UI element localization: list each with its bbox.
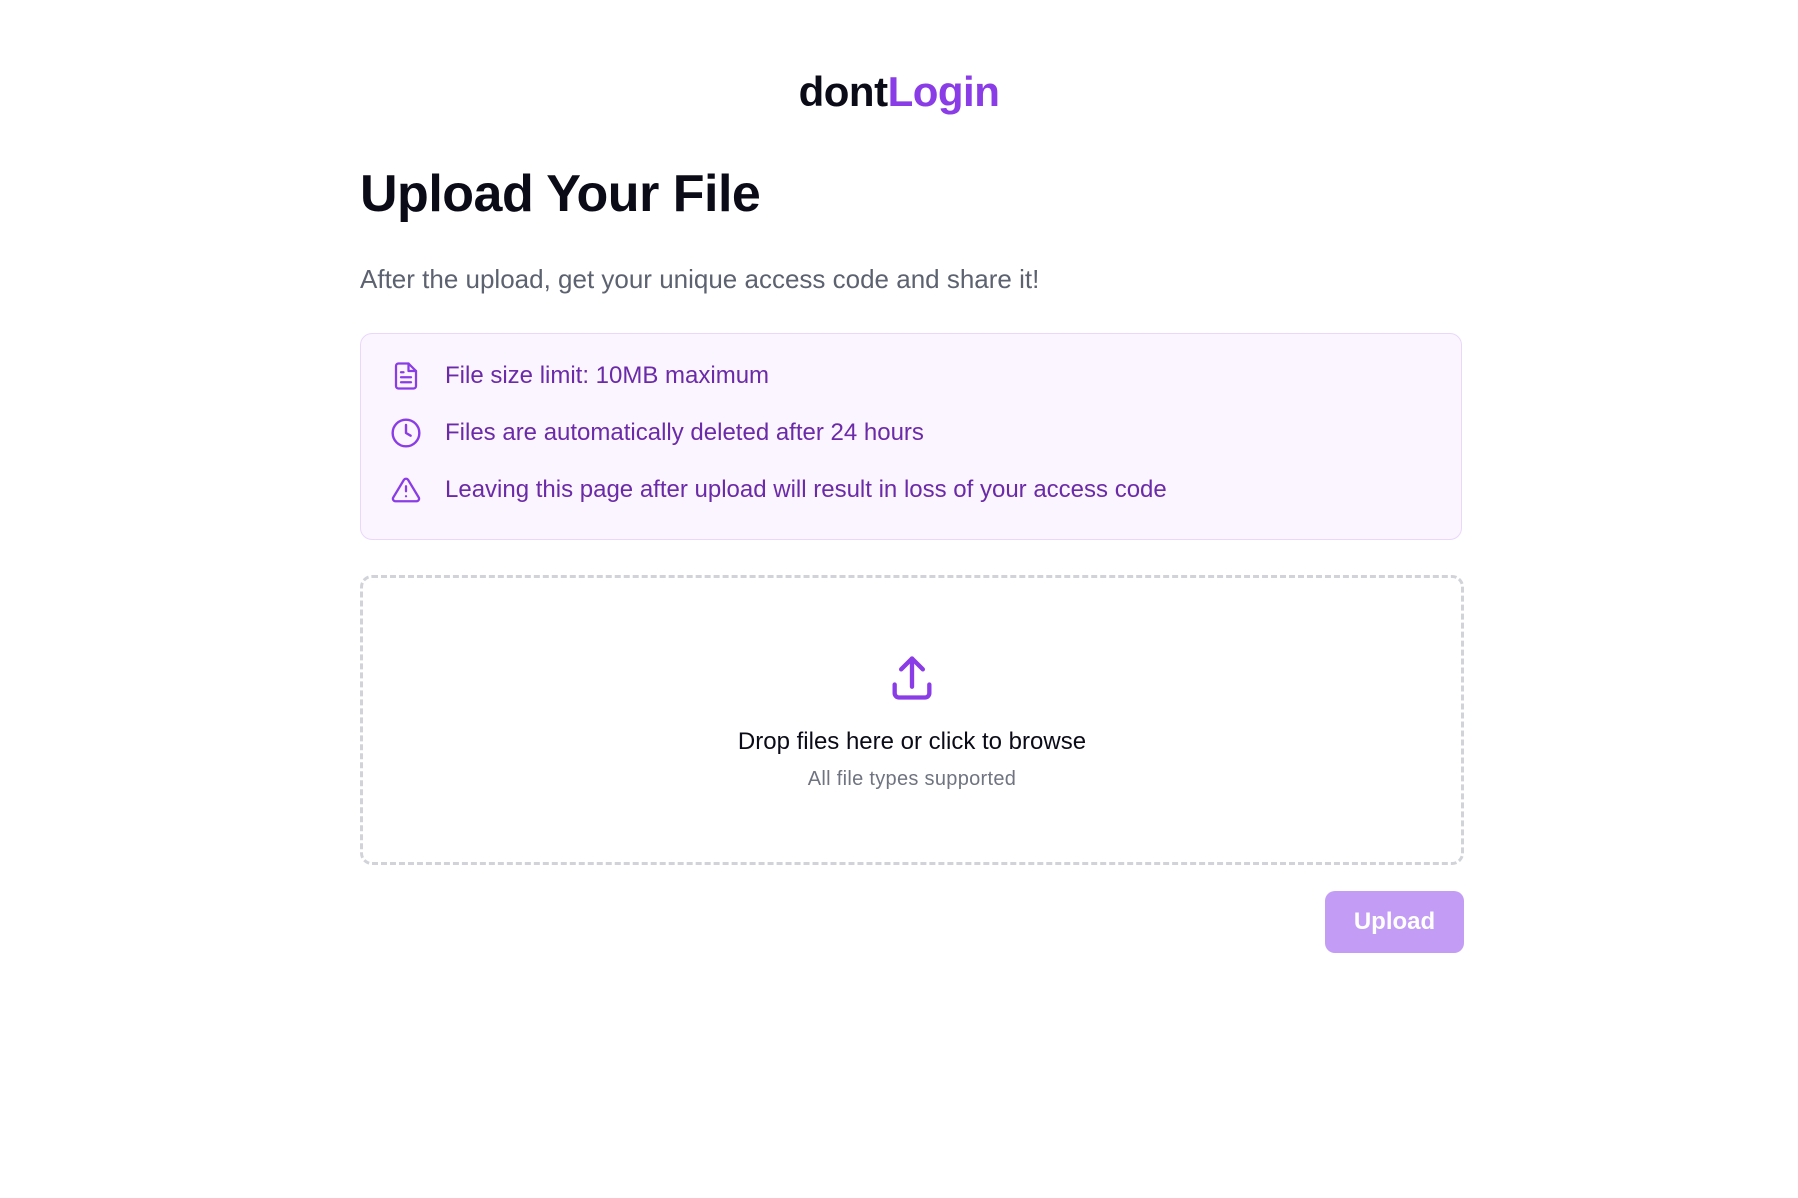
- dropzone-hint: All file types supported: [807, 768, 1017, 790]
- upload-page: dontLogin Upload Your File After the upl…: [0, 0, 1798, 1198]
- file-dropzone[interactable]: Drop files here or click to browse All f…: [360, 575, 1464, 865]
- clock-icon: [389, 416, 423, 450]
- page-subtitle: After the upload, get your unique access…: [360, 264, 1040, 294]
- warning-icon: [389, 473, 423, 507]
- brand-part-dont: dont: [798, 68, 888, 115]
- brand-part-login: Login: [887, 68, 1000, 115]
- info-item-label: Files are automatically deleted after 24…: [445, 419, 924, 446]
- info-item-label: File size limit: 10MB maximum: [445, 362, 770, 389]
- info-item-size-limit: File size limit: 10MB maximum: [389, 356, 769, 396]
- info-item-label: Leaving this page after upload will resu…: [445, 476, 1167, 503]
- upload-info-box: File size limit: 10MB maximum Files are …: [360, 333, 1462, 540]
- upload-button[interactable]: Upload: [1325, 891, 1464, 953]
- info-item-auto-delete: Files are automatically deleted after 24…: [389, 413, 924, 453]
- page-title: Upload Your File: [360, 165, 761, 223]
- upload-icon: [886, 652, 938, 704]
- info-item-leave-warning: Leaving this page after upload will resu…: [389, 470, 1167, 510]
- document-icon: [389, 359, 423, 393]
- dropzone-instruction: Drop files here or click to browse: [737, 728, 1087, 755]
- brand-logo[interactable]: dontLogin: [0, 66, 1798, 118]
